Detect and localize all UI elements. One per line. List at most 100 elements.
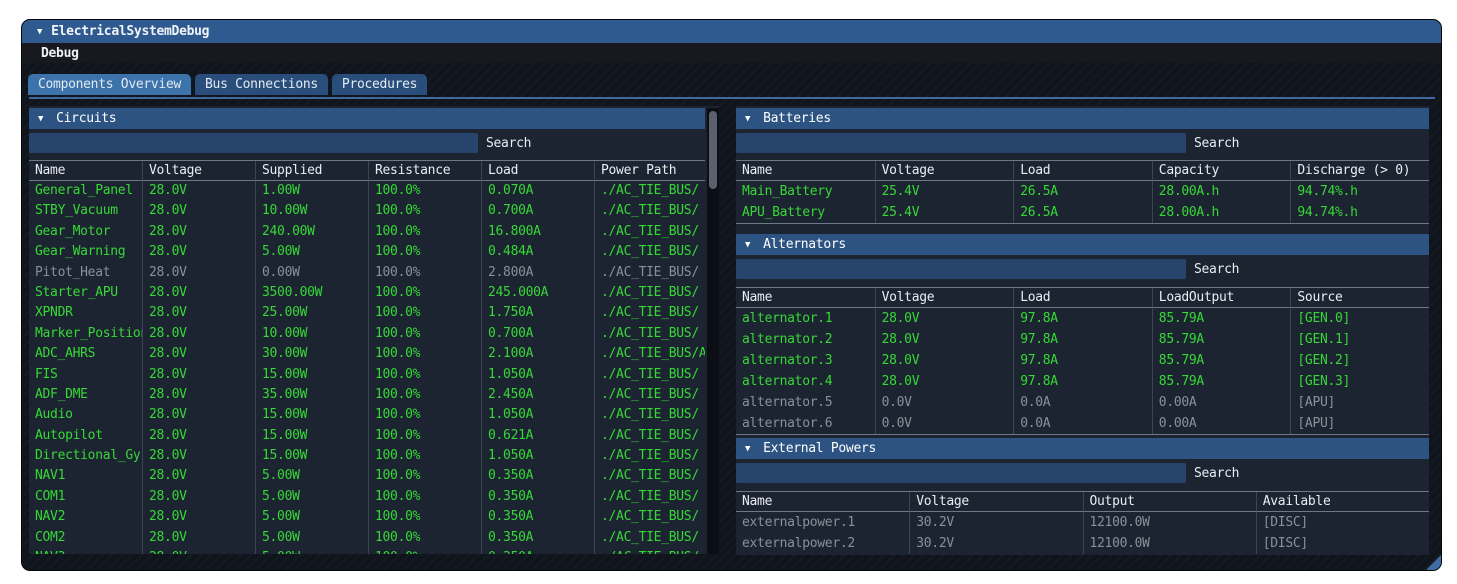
table-cell[interactable]: 28.0V bbox=[875, 371, 1014, 392]
tab-components-overview[interactable]: Components Overview bbox=[28, 74, 191, 95]
table-cell[interactable]: 2.100A bbox=[481, 344, 594, 364]
table-cell[interactable]: 26.5A bbox=[1013, 202, 1152, 223]
table-cell[interactable]: 100.0% bbox=[368, 487, 481, 507]
table-cell[interactable]: 5.00W bbox=[255, 507, 368, 527]
table-cell[interactable]: 0.00W bbox=[255, 263, 368, 283]
table-cell[interactable]: ./AC_TIE_BUS/ bbox=[594, 466, 705, 486]
table-cell[interactable]: 100.0% bbox=[368, 507, 481, 527]
table-cell[interactable]: alternator.2 bbox=[736, 329, 875, 350]
table-cell[interactable]: APU_Battery bbox=[736, 202, 875, 223]
table-cell[interactable]: 28.0V bbox=[142, 405, 255, 425]
table-cell[interactable]: 28.0V bbox=[142, 487, 255, 507]
table-cell[interactable]: 5.00W bbox=[255, 487, 368, 507]
table-cell[interactable]: 0.350A bbox=[481, 528, 594, 548]
table-cell[interactable]: 28.0V bbox=[142, 446, 255, 466]
table-cell[interactable]: Autopilot bbox=[29, 426, 142, 446]
table-cell[interactable]: 1.050A bbox=[481, 365, 594, 385]
table-cell[interactable]: 28.0V bbox=[142, 466, 255, 486]
table-cell[interactable]: ./AC_TIE_BUS/ bbox=[594, 487, 705, 507]
table-cell[interactable]: 85.79A bbox=[1152, 308, 1291, 329]
column-header[interactable]: Voltage bbox=[909, 492, 1082, 512]
table-cell[interactable]: 0.0A bbox=[1013, 392, 1152, 413]
column-header[interactable]: Power Path bbox=[594, 161, 705, 181]
table-cell[interactable]: 0.00A bbox=[1152, 413, 1291, 434]
table-cell[interactable]: 100.0% bbox=[368, 181, 481, 201]
tab-bus-connections[interactable]: Bus Connections bbox=[195, 74, 328, 95]
column-header[interactable]: Available bbox=[1256, 492, 1429, 512]
table-cell[interactable]: 28.0V bbox=[142, 365, 255, 385]
column-header[interactable]: Load bbox=[1013, 288, 1152, 308]
table-cell[interactable]: NAV2 bbox=[29, 507, 142, 527]
table-cell[interactable]: 15.00W bbox=[255, 446, 368, 466]
table-cell[interactable]: ./AC_TIE_BUS/ bbox=[594, 405, 705, 425]
table-cell[interactable]: 0.0V bbox=[875, 392, 1014, 413]
table-cell[interactable]: 15.00W bbox=[255, 405, 368, 425]
column-header[interactable]: Discharge (> 0) bbox=[1290, 161, 1429, 181]
table-cell[interactable]: 28.0V bbox=[142, 181, 255, 201]
table-cell[interactable]: ./AC_TIE_BUS/ bbox=[594, 222, 705, 242]
table-cell[interactable]: 3500.00W bbox=[255, 283, 368, 303]
table-cell[interactable]: COM1 bbox=[29, 487, 142, 507]
table-cell[interactable]: Marker_Position bbox=[29, 324, 142, 344]
table-cell[interactable]: ./AC_TIE_BUS/ bbox=[594, 303, 705, 323]
table-cell[interactable]: ./AC_TIE_BUS/ bbox=[594, 263, 705, 283]
column-header[interactable]: Voltage bbox=[875, 161, 1014, 181]
circuits-collapsing-header[interactable]: ▼ Circuits bbox=[29, 108, 705, 129]
table-cell[interactable]: Pitot_Heat bbox=[29, 263, 142, 283]
scrollbar-thumb[interactable] bbox=[709, 111, 717, 189]
batteries-collapsing-header[interactable]: ▼ Batteries bbox=[736, 108, 1429, 129]
external-powers-search-input[interactable] bbox=[736, 463, 1186, 483]
table-cell[interactable]: 28.0V bbox=[142, 303, 255, 323]
table-cell[interactable]: 28.0V bbox=[875, 308, 1014, 329]
table-cell[interactable]: 28.0V bbox=[142, 426, 255, 446]
table-cell[interactable]: 12100.0W bbox=[1083, 533, 1256, 554]
table-cell[interactable]: ./AC_TIE_BUS/ bbox=[594, 324, 705, 344]
table-cell[interactable]: 15.00W bbox=[255, 426, 368, 446]
tab-procedures[interactable]: Procedures bbox=[332, 74, 427, 95]
table-cell[interactable]: 94.74%.h bbox=[1290, 181, 1429, 202]
table-cell[interactable]: 5.00W bbox=[255, 466, 368, 486]
table-cell[interactable]: ./AC_TIE_BUS/ bbox=[594, 548, 705, 554]
table-cell[interactable]: [APU] bbox=[1290, 413, 1429, 434]
table-cell[interactable]: [GEN.1] bbox=[1290, 329, 1429, 350]
table-cell[interactable]: 1.750A bbox=[481, 303, 594, 323]
table-cell[interactable]: 30.2V bbox=[909, 512, 1082, 533]
table-cell[interactable]: 15.00W bbox=[255, 365, 368, 385]
table-cell[interactable]: 0.350A bbox=[481, 507, 594, 527]
table-cell[interactable]: 100.0% bbox=[368, 365, 481, 385]
table-cell[interactable]: [APU] bbox=[1290, 392, 1429, 413]
table-cell[interactable]: 28.0V bbox=[142, 344, 255, 364]
table-cell[interactable]: ./AC_TIE_BUS/ bbox=[594, 242, 705, 262]
table-cell[interactable]: 94.74%.h bbox=[1290, 202, 1429, 223]
table-cell[interactable]: 28.00A.h bbox=[1152, 202, 1291, 223]
table-cell[interactable]: 100.0% bbox=[368, 263, 481, 283]
table-cell[interactable]: NAV1 bbox=[29, 466, 142, 486]
table-cell[interactable]: 28.0V bbox=[142, 222, 255, 242]
table-cell[interactable]: alternator.5 bbox=[736, 392, 875, 413]
table-cell[interactable]: 28.0V bbox=[142, 385, 255, 405]
table-cell[interactable]: ./AC_TIE_BUS/AC bbox=[594, 344, 705, 364]
table-cell[interactable]: FIS bbox=[29, 365, 142, 385]
table-cell[interactable]: 0.350A bbox=[481, 548, 594, 554]
table-cell[interactable]: 97.8A bbox=[1013, 308, 1152, 329]
table-cell[interactable]: 28.0V bbox=[142, 263, 255, 283]
table-cell[interactable]: ./AC_TIE_BUS/ bbox=[594, 201, 705, 221]
table-cell[interactable]: externalpower.1 bbox=[736, 512, 909, 533]
table-cell[interactable]: 28.0V bbox=[142, 283, 255, 303]
column-header[interactable]: Voltage bbox=[875, 288, 1014, 308]
table-cell[interactable]: alternator.6 bbox=[736, 413, 875, 434]
table-cell[interactable]: 0.621A bbox=[481, 426, 594, 446]
table-cell[interactable]: 28.00A.h bbox=[1152, 181, 1291, 202]
table-cell[interactable]: 1.050A bbox=[481, 405, 594, 425]
table-cell[interactable]: 100.0% bbox=[368, 548, 481, 554]
table-cell[interactable]: COM2 bbox=[29, 528, 142, 548]
table-cell[interactable]: 1.00W bbox=[255, 181, 368, 201]
table-cell[interactable]: 12100.0W bbox=[1083, 512, 1256, 533]
table-cell[interactable]: 25.4V bbox=[875, 181, 1014, 202]
table-cell[interactable]: 100.0% bbox=[368, 385, 481, 405]
table-cell[interactable]: 35.00W bbox=[255, 385, 368, 405]
table-cell[interactable]: Starter_APU bbox=[29, 283, 142, 303]
table-cell[interactable]: 85.79A bbox=[1152, 350, 1291, 371]
table-cell[interactable]: 2.800A bbox=[481, 263, 594, 283]
column-header[interactable]: Name bbox=[736, 492, 909, 512]
